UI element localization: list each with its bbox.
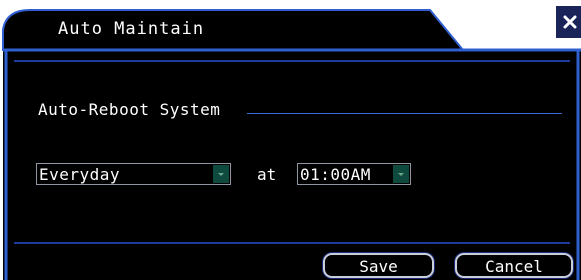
auto-maintain-dialog: Auto Maintain Auto-Reboot System Everyda… bbox=[0, 0, 581, 280]
reboot-time-value: 01:00AM bbox=[300, 165, 371, 184]
close-button[interactable] bbox=[560, 9, 580, 31]
close-icon bbox=[563, 15, 577, 29]
at-label: at bbox=[257, 165, 277, 184]
save-button[interactable]: Save bbox=[323, 253, 434, 278]
save-button-label: Save bbox=[359, 257, 398, 276]
chevron-down-icon[interactable] bbox=[213, 165, 229, 183]
section-divider bbox=[247, 113, 562, 114]
reboot-time-select[interactable]: 01:00AM bbox=[297, 163, 411, 185]
cancel-button[interactable]: Cancel bbox=[455, 253, 573, 278]
chevron-down-icon[interactable] bbox=[393, 165, 409, 183]
dialog-title: Auto Maintain bbox=[58, 19, 205, 39]
reboot-frequency-value: Everyday bbox=[39, 165, 121, 184]
reboot-frequency-select[interactable]: Everyday bbox=[36, 163, 231, 185]
dialog-frame bbox=[2, 6, 581, 280]
cancel-button-label: Cancel bbox=[485, 257, 543, 276]
auto-reboot-section-label: Auto-Reboot System bbox=[38, 100, 221, 119]
